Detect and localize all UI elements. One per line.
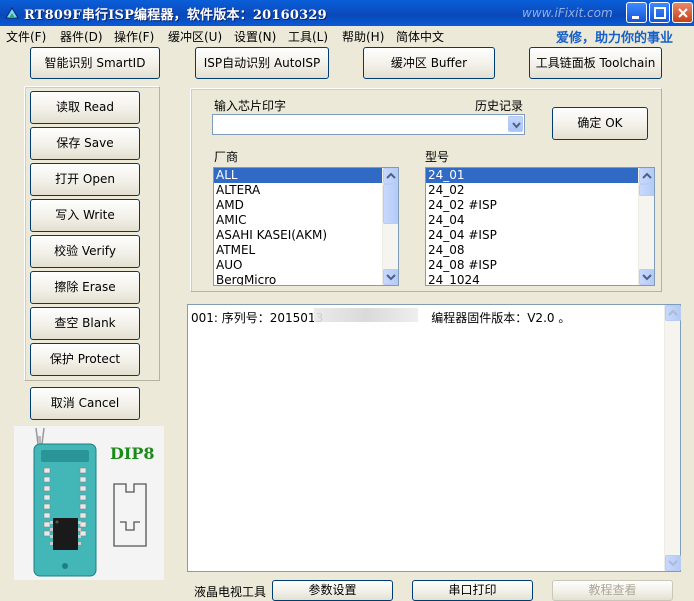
slogan-text: 爱修，助力你的事业 xyxy=(556,31,674,46)
serial-print-button[interactable]: 串口打印 xyxy=(412,580,533,601)
lcd-tool-label: 液晶电视工具 xyxy=(194,585,267,599)
close-icon xyxy=(678,8,688,18)
list-item[interactable]: ATMEL xyxy=(214,243,398,258)
write-button[interactable]: 写入 Write xyxy=(30,199,140,232)
smart-id-button[interactable]: 智能识别 SmartID xyxy=(30,47,160,79)
chevron-down-icon xyxy=(642,274,652,281)
chevron-up-icon xyxy=(386,172,396,179)
ok-button[interactable]: 确定 OK xyxy=(552,107,648,140)
chevron-down-icon xyxy=(512,122,521,129)
save-button[interactable]: 保存 Save xyxy=(30,127,140,160)
menu-buffer[interactable]: 缓冲区(U) xyxy=(168,28,222,45)
read-button[interactable]: 读取 Read xyxy=(30,91,140,124)
maximize-button[interactable] xyxy=(649,2,670,23)
close-button[interactable] xyxy=(672,2,693,23)
toolchain-button[interactable]: 工具链面板 Toolchain xyxy=(529,47,662,79)
params-button[interactable]: 参数设置 xyxy=(272,580,393,601)
menu-device[interactable]: 器件(D) xyxy=(60,28,103,45)
scroll-down-button[interactable] xyxy=(383,269,398,285)
menu-settings[interactable]: 设置(N) xyxy=(234,28,276,45)
menu-tools[interactable]: 工具(L) xyxy=(288,28,328,45)
history-label: 历史记录 xyxy=(475,99,524,113)
log-scrollbar[interactable] xyxy=(664,305,681,571)
vendor-label: 厂商 xyxy=(214,150,239,164)
window-title: RT809F串行ISP编程器，软件版本：20160329 xyxy=(24,8,327,23)
list-item[interactable]: ASAHI KASEI(AKM) xyxy=(214,228,398,243)
model-scrollbar[interactable] xyxy=(638,168,654,285)
menu-operation[interactable]: 操作(F) xyxy=(114,28,154,45)
scroll-up-button[interactable] xyxy=(639,168,654,184)
chevron-up-icon xyxy=(668,309,678,316)
model-list[interactable]: 24_01 24_02 24_02 #ISP 24_04 24_04 #ISP … xyxy=(425,167,655,286)
list-item[interactable]: 24_04 xyxy=(426,213,654,228)
menu-help[interactable]: 帮助(H) xyxy=(342,28,384,45)
log-output[interactable]: 001: 序列号：2015013 编程器固件版本：V2.0 。 xyxy=(187,304,681,572)
open-button[interactable]: 打开 Open xyxy=(30,163,140,196)
menu-language[interactable]: 简体中文 xyxy=(396,28,444,45)
list-item[interactable]: 24_08 xyxy=(426,243,654,258)
chevron-up-icon xyxy=(642,172,652,179)
verify-button[interactable]: 校验 Verify xyxy=(30,235,140,268)
list-item[interactable]: ALTERA xyxy=(214,183,398,198)
scroll-thumb[interactable] xyxy=(639,184,654,196)
list-item[interactable]: 24_04 #ISP xyxy=(426,228,654,243)
auto-isp-button[interactable]: ISP自动识别 AutoISP xyxy=(195,47,329,79)
history-dropdown-button[interactable] xyxy=(508,116,523,132)
chip-socket-image: DIP8 xyxy=(14,426,164,580)
minimize-button[interactable] xyxy=(626,2,647,23)
menu-bar: 文件(F) 器件(D) 操作(F) 缓冲区(U) 设置(N) 工具(L) 帮助(… xyxy=(0,26,694,46)
title-bar: RT809F串行ISP编程器，软件版本：20160329 www.iFixit.… xyxy=(0,0,694,26)
list-item[interactable]: AMD xyxy=(214,198,398,213)
vendor-list[interactable]: ALL ALTERA AMD AMIC ASAHI KASEI(AKM) ATM… xyxy=(213,167,399,286)
list-item[interactable]: 24_08 #ISP xyxy=(426,258,654,273)
chevron-down-icon xyxy=(668,560,678,567)
chip-input-label: 输入芯片印字 xyxy=(214,99,287,113)
scroll-up-button[interactable] xyxy=(383,168,398,184)
model-label: 型号 xyxy=(425,150,450,164)
list-item[interactable]: 24_02 xyxy=(426,183,654,198)
redacted-serial xyxy=(314,308,418,322)
vendor-scrollbar[interactable] xyxy=(382,168,398,285)
maximize-icon xyxy=(654,7,666,19)
scroll-down-button[interactable] xyxy=(639,269,654,285)
watermark-text: www.iFixit.com xyxy=(522,6,613,20)
menu-file[interactable]: 文件(F) xyxy=(6,28,46,45)
scroll-up-button[interactable] xyxy=(665,305,681,321)
list-item[interactable]: 24_02 #ISP xyxy=(426,198,654,213)
erase-button[interactable]: 擦除 Erase xyxy=(30,271,140,304)
list-item[interactable]: ALL xyxy=(214,168,398,183)
list-item[interactable]: BergMicro xyxy=(214,273,398,285)
list-item[interactable]: 24_01 xyxy=(426,168,654,183)
blank-check-button[interactable]: 查空 Blank xyxy=(30,307,140,340)
package-label: DIP8 xyxy=(110,444,155,463)
scroll-down-button[interactable] xyxy=(665,555,681,571)
scroll-thumb[interactable] xyxy=(383,184,398,224)
list-item[interactable]: AUO xyxy=(214,258,398,273)
chevron-down-icon xyxy=(386,274,396,281)
tutorial-button[interactable]: 教程查看 xyxy=(552,580,673,601)
minimize-icon xyxy=(632,16,639,19)
app-icon xyxy=(5,7,19,19)
buffer-button[interactable]: 缓冲区 Buffer xyxy=(363,47,495,79)
cancel-button[interactable]: 取消 Cancel xyxy=(30,387,140,420)
list-item[interactable]: 24_1024 xyxy=(426,273,654,285)
list-item[interactable]: AMIC xyxy=(214,213,398,228)
chip-marking-input[interactable] xyxy=(212,114,525,135)
protect-button[interactable]: 保护 Protect xyxy=(30,343,140,376)
